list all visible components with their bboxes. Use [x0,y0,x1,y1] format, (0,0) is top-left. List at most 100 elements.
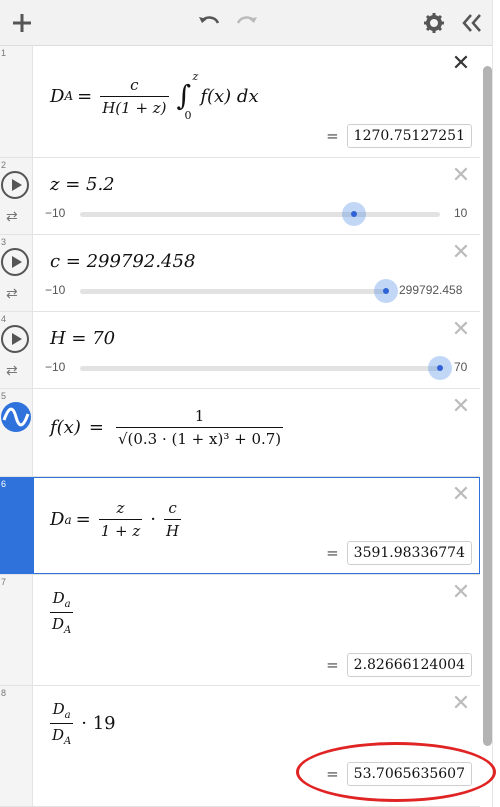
result-display: = 3591.98336774 [326,541,472,565]
fraction: c H(1 + z) [100,75,169,117]
formula-text: H = 70 [50,328,116,349]
subscript: a [64,710,71,721]
integral-lower: 0 [184,109,192,122]
function-name: f(x) [50,417,81,438]
redo-icon[interactable] [231,7,263,39]
subscript: A [64,89,74,103]
expression-index: 6 [1,479,7,489]
fraction: Da DA [50,700,74,747]
expression-formula[interactable]: Da DA · 19 [50,700,116,747]
expression-list: 1 DA = c H(1 + z) z ∫ 0 f(x) dx ✕ = 1270.… [0,46,480,807]
result-display: = 1270.75127251 [326,124,472,148]
expression-index: 1 [1,48,7,58]
slider-max[interactable]: 10 [454,206,467,220]
delete-icon[interactable]: ✕ [450,52,472,74]
expression-gutter: 4 ⇄ [0,312,33,388]
expression-index: 4 [1,314,7,324]
loop-icon[interactable]: ⇄ [6,285,18,302]
numerator: c [130,75,139,94]
expression-formula[interactable]: c = 299792.458 [50,251,195,272]
formula-text: z = 5.2 [50,174,115,195]
scrollbar[interactable] [483,66,492,746]
expression-index: 3 [1,237,7,247]
delete-icon[interactable]: ✕ [450,395,472,417]
denominator: D [52,726,65,744]
result-display: = 2.82666124004 [326,653,472,677]
subscript: a [64,599,71,610]
delete-icon[interactable]: ✕ [450,483,472,505]
expression-formula[interactable]: H = 70 [50,328,115,349]
integral-upper: z [192,70,199,83]
expression-formula[interactable]: z = 5.2 [50,174,115,195]
loop-icon[interactable]: ⇄ [6,208,18,225]
fraction: 1 √(0.3 · (1 + x)³ + 0.7) [115,407,284,448]
multiplier: · 19 [81,713,116,734]
slider-track[interactable] [80,202,440,226]
equals-sign: = [77,85,93,107]
subscript: A [64,736,72,747]
expression-gutter: 7 [0,575,33,685]
slider-min[interactable]: −10 [45,360,65,374]
result-equals: = [326,656,339,674]
play-icon[interactable] [1,171,29,199]
result-value: 2.82666124004 [346,653,472,677]
slider-min[interactable]: −10 [45,206,65,220]
slider-track[interactable] [80,356,452,380]
expression-index: 2 [1,160,7,170]
subscript: A [64,625,72,636]
graph-area-edge[interactable] [492,0,500,807]
gear-icon[interactable] [418,7,450,39]
expression-formula[interactable]: Da = z 1 + z · cH [50,499,185,540]
graph-style-icon[interactable] [1,402,31,432]
delete-icon[interactable]: ✕ [450,581,472,603]
add-icon[interactable] [6,7,38,39]
numerator: D [52,589,65,607]
expression-formula[interactable]: f(x) = 1 √(0.3 · (1 + x)³ + 0.7) [50,407,287,448]
slider-max[interactable]: 70 [454,360,467,374]
subscript: a [64,512,72,527]
integrand: f(x) dx [200,85,259,107]
play-icon[interactable] [1,325,29,353]
expression-gutter: 2 ⇄ [0,158,33,234]
annotation-circle [296,742,496,802]
delete-icon[interactable]: ✕ [450,318,472,340]
expression-row[interactable]: 5 f(x) = 1 √(0.3 · (1 + x)³ + 0.7) ✕ [0,389,480,477]
delete-icon[interactable]: ✕ [450,164,472,186]
slider-handle[interactable] [428,356,452,380]
undo-icon[interactable] [193,7,225,39]
result-equals: = [326,544,339,562]
slider-track[interactable] [80,279,398,303]
denominator: D [52,615,65,633]
expression-index: 8 [1,688,7,698]
expression-row[interactable]: 7 Da DA ✕ = 2.82666124004 [0,575,480,686]
fraction: z 1 + z [98,499,143,540]
fraction: cH [163,499,182,540]
expression-formula[interactable]: Da DA [50,589,77,636]
delete-icon[interactable]: ✕ [450,241,472,263]
play-icon[interactable] [1,248,29,276]
numerator: D [52,700,65,718]
expression-gutter: 3 ⇄ [0,235,33,311]
slider-max[interactable]: 299792.458 [399,283,462,297]
expression-formula[interactable]: DA = c H(1 + z) z ∫ 0 f(x) dx [50,71,259,121]
result-value: 3591.98336774 [346,541,472,565]
fraction: Da DA [50,589,74,636]
loop-icon[interactable]: ⇄ [6,362,18,379]
variable-D: D [50,509,65,530]
integral-symbol: ∫ [176,79,192,112]
delete-icon[interactable]: ✕ [450,692,472,714]
numerator: 1 [194,407,205,425]
expression-row[interactable]: 1 DA = c H(1 + z) z ∫ 0 f(x) dx ✕ = 1270.… [0,46,480,158]
expression-index: 5 [1,391,7,401]
collapse-icon[interactable] [456,7,488,39]
expression-row-active[interactable]: 6 Da = z 1 + z · cH ✕ = 3591.98336774 [0,477,480,575]
numerator: c [168,499,177,517]
expression-index: 7 [1,577,7,587]
slider-row-z[interactable]: 2 ⇄ z = 5.2 ✕ −10 10 [0,158,480,235]
slider-handle[interactable] [341,202,366,226]
slider-handle[interactable] [374,279,398,303]
slider-min[interactable]: −10 [45,283,65,297]
expression-gutter: 8 [0,686,33,806]
slider-row-h[interactable]: 4 ⇄ H = 70 ✕ −10 70 [0,312,480,389]
slider-row-c[interactable]: 3 ⇄ c = 299792.458 ✕ −10 299792.458 [0,235,480,312]
